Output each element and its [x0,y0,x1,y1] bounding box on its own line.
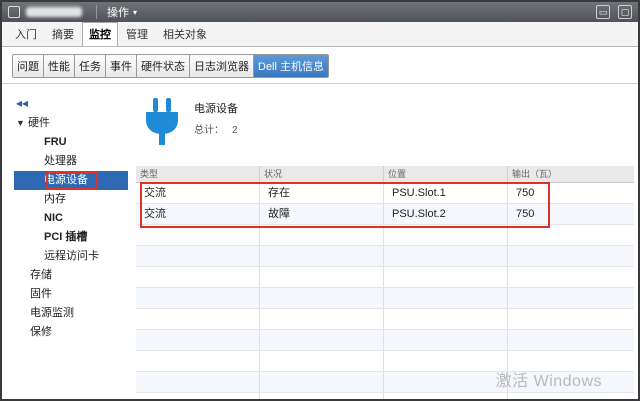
cell-type: 交流 [136,183,260,203]
table-row-empty [136,393,634,399]
table-header: 类型 状况 位置 输出（瓦） [136,166,634,183]
cell-status: 存在 [260,183,384,203]
tree-item-remote-access-card[interactable]: 远程访问卡 [2,247,130,266]
tree-item-warranty[interactable]: 保修 [2,323,130,342]
power-plug-icon [146,98,178,145]
tree-item-hardware[interactable]: ▼ 硬件 [2,114,130,133]
subtab-issues[interactable]: 问题 [13,54,44,77]
table-row-empty [136,309,634,330]
title-bar: 操作 ▾ ▭ ▢ [2,2,638,22]
cell-output: 750 [516,208,535,220]
main-tabs: 入门 摘要 监控 管理 相关对象 [2,22,638,47]
expand-arrow-icon: ▼ [16,118,25,128]
windows-activation-watermark: 激活 Windows [495,373,602,390]
actions-label: 操作 [107,7,129,19]
column-header-location[interactable]: 位置 [384,166,508,182]
total-count: 总计： 2 [194,121,238,136]
tree-item-power-monitoring[interactable]: 电源监测 [2,304,130,323]
subtab-log-browser[interactable]: 日志浏览器 [190,54,254,77]
actions-menu[interactable]: 操作 ▾ [107,4,137,20]
tree-item-label: 电源设备 [44,174,88,186]
window-controls: ▭ ▢ [596,5,632,19]
app-window: 操作 ▾ ▭ ▢ 入门 摘要 监控 管理 相关对象 问题 性能 任务 事件 硬件… [0,0,640,401]
host-name-area[interactable] [2,2,82,22]
tree-item-nic[interactable]: NIC [2,209,130,228]
sub-tab-group: 问题 性能 任务 事件 硬件状态 日志浏览器 Dell 主机信息 [12,53,330,78]
sub-tabs: 问题 性能 任务 事件 硬件状态 日志浏览器 Dell 主机信息 [2,48,638,84]
column-header-type[interactable]: 类型 [136,166,260,182]
power-supply-table: 类型 状况 位置 输出（瓦） 交流 存在 PSU.Slot.1 750 交流 故… [136,166,634,399]
cell-type: 交流 [136,204,260,224]
tree-item-memory[interactable]: 内存 [2,190,130,209]
tree-item-storage[interactable]: 存储 [2,266,130,285]
table-row-empty [136,225,634,246]
table-row-empty [136,246,634,267]
cell-location: PSU.Slot.2 [384,204,508,224]
table-row-empty [136,330,634,351]
tab-getting-started[interactable]: 入门 [8,22,44,46]
tree-item-firmware[interactable]: 固件 [2,285,130,304]
subtab-dell-host-info[interactable]: Dell 主机信息 [254,54,329,77]
subtab-hardware-status[interactable]: 硬件状态 [137,54,190,77]
column-header-status[interactable]: 状况 [260,166,384,182]
table-row-empty [136,288,634,309]
host-icon [8,6,20,18]
tree-item-power-supply[interactable]: 电源设备 [14,171,128,190]
tree-item-pci-slot[interactable]: PCI 插槽 [2,228,130,247]
title-divider [96,5,97,19]
cell-status: 故障 [260,204,384,224]
tree-item-processor[interactable]: 处理器 [2,152,130,171]
tab-summary[interactable]: 摘要 [45,22,81,46]
table-row-empty [136,267,634,288]
column-header-output[interactable]: 输出（瓦） [508,166,634,182]
tree-nav: ▼ 硬件 FRU 处理器 电源设备 内存 NIC PCI 插槽 远程访问卡 存储 … [2,114,130,342]
total-value: 2 [232,125,238,136]
minimize-icon[interactable]: ▭ [596,5,610,19]
tab-related-objects[interactable]: 相关对象 [156,22,214,46]
subtab-events[interactable]: 事件 [106,54,137,77]
maximize-icon[interactable]: ▢ [618,5,632,19]
chevron-down-icon: ▾ [133,7,138,17]
cell-location: PSU.Slot.1 [384,183,508,203]
tree-item-fru[interactable]: FRU [2,133,130,152]
table-row[interactable]: 交流 故障 PSU.Slot.2 750 [136,204,634,225]
main-content: 电源设备 总计： 2 类型 状况 位置 输出（瓦） 交流 存在 PSU.Slot.… [136,88,634,399]
tab-monitor[interactable]: 监控 [82,22,118,46]
collapse-panel-icon[interactable]: ◂◂ [16,96,28,110]
redacted-host-name [26,7,82,17]
sidebar: ◂◂ ▼ 硬件 FRU 处理器 电源设备 内存 NIC PCI 插槽 远程访问卡 … [2,88,130,399]
tree-item-label: 硬件 [28,117,50,129]
section-title: 电源设备 [194,103,238,115]
subtab-performance[interactable]: 性能 [44,54,75,77]
subtab-tasks[interactable]: 任务 [75,54,106,77]
total-label: 总计： [194,125,224,136]
cell-output: 750 [516,187,535,199]
table-row[interactable]: 交流 存在 PSU.Slot.1 750 [136,183,634,204]
tab-manage[interactable]: 管理 [119,22,155,46]
